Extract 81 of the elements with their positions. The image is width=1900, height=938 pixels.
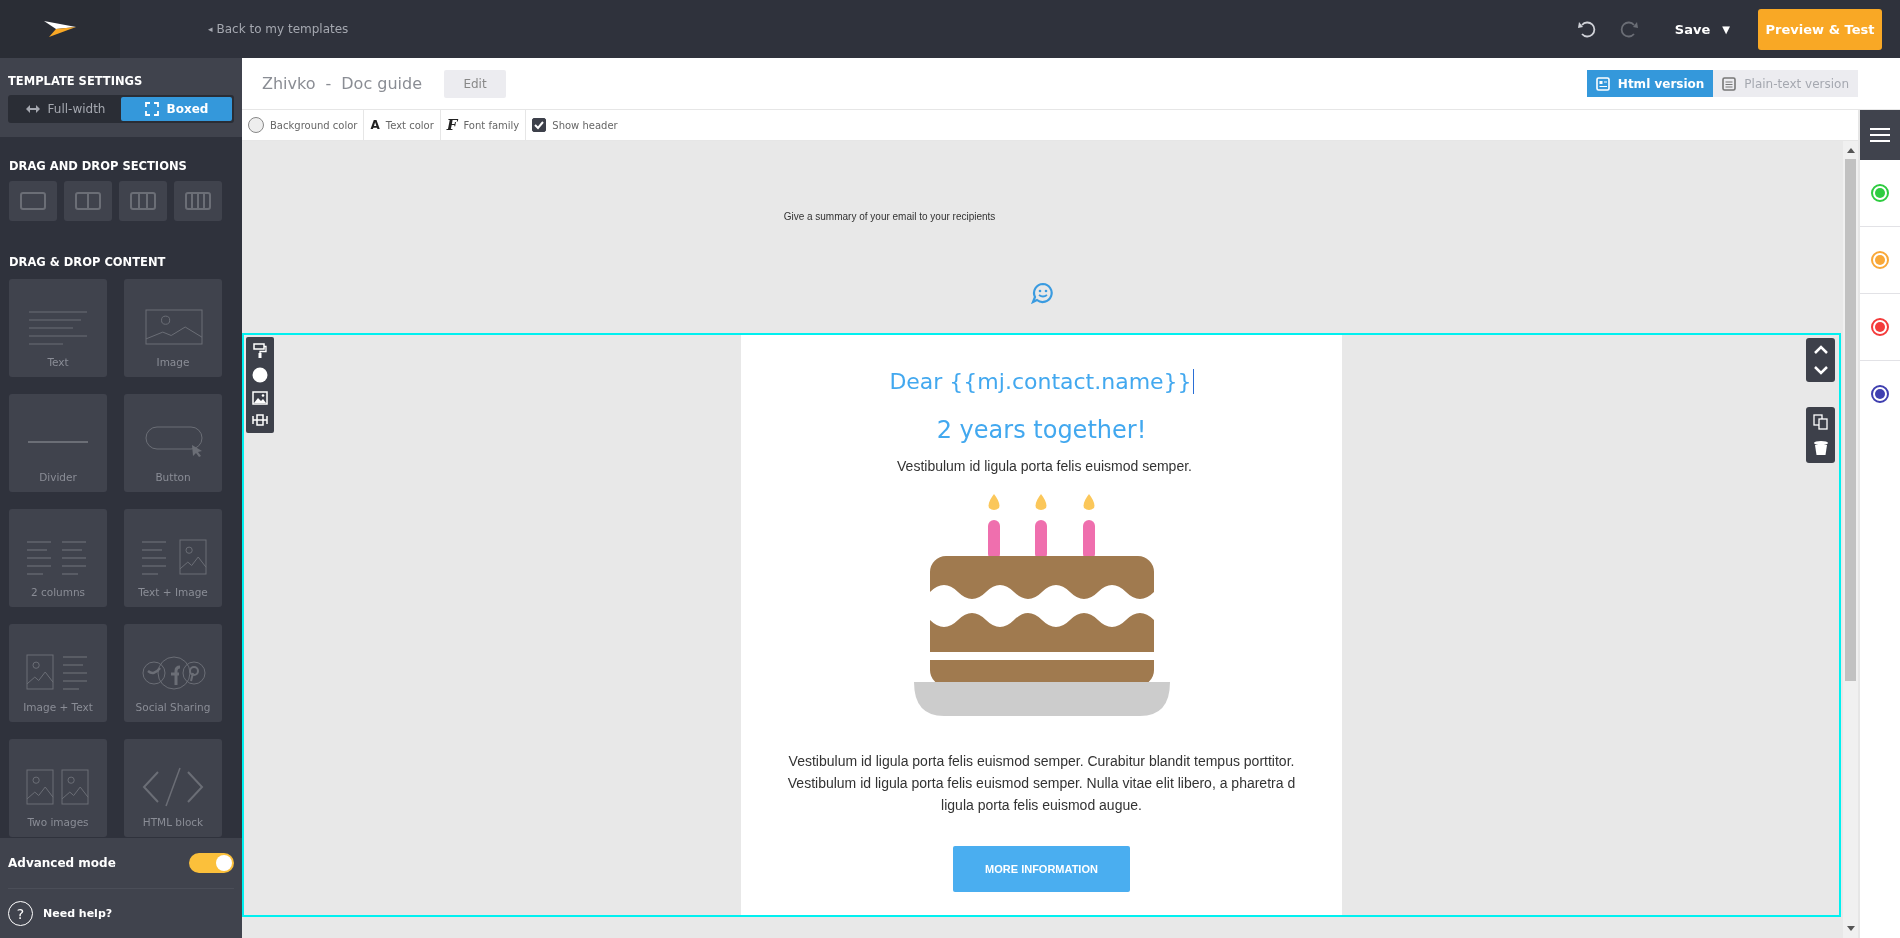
advanced-mode-toggle[interactable]	[189, 853, 234, 873]
style-option[interactable]: Font family	[463, 119, 520, 131]
status-dot[interactable]	[1871, 385, 1889, 403]
checkbox[interactable]	[532, 118, 547, 132]
section-layout-icon	[74, 191, 102, 211]
style-option[interactable]: Show header	[552, 119, 618, 131]
content-block[interactable]: Button	[124, 394, 222, 492]
scroll-up-icon[interactable]	[1846, 147, 1855, 153]
block-label: Social Sharing	[135, 701, 211, 713]
preview-test-button[interactable]: Preview & Test	[1758, 8, 1882, 50]
section-layout-icon	[129, 191, 157, 211]
content-block[interactable]: Image	[124, 279, 222, 377]
column-padding-icon[interactable]	[252, 413, 268, 427]
block-label: 2 columns	[30, 586, 86, 598]
document-icon	[1722, 76, 1737, 91]
trash-icon[interactable]	[1812, 440, 1829, 456]
layout-icon	[1595, 76, 1610, 91]
layout-option[interactable]: Full-width	[10, 97, 121, 121]
block-label: Image	[156, 356, 190, 368]
block-label: Image + Text	[23, 701, 93, 713]
style-option[interactable]: Text color	[385, 119, 434, 131]
content-block[interactable]: Text + Image	[124, 509, 222, 607]
undo-icon[interactable]	[1576, 19, 1597, 39]
status-dot[interactable]	[1871, 184, 1889, 202]
back-link[interactable]: ◂ Back to my templates	[208, 22, 349, 36]
move-up-icon[interactable]	[1812, 345, 1829, 355]
background-color-icon[interactable]	[252, 367, 268, 383]
section-layout-icon	[19, 191, 47, 211]
title-separator: -	[325, 74, 332, 93]
version-tab[interactable]: Plain-text version	[1713, 70, 1858, 97]
selected-section[interactable]	[242, 333, 1841, 917]
redo-icon[interactable]	[1618, 19, 1639, 39]
move-down-icon[interactable]	[1812, 365, 1829, 375]
content-block[interactable]: Divider	[9, 394, 107, 492]
text-color-icon: A	[370, 118, 380, 132]
edit-button[interactable]: Edit	[444, 69, 506, 98]
email-subheading[interactable]: 2 years together!	[936, 416, 1147, 444]
content-block[interactable]: HTML block	[124, 739, 222, 837]
horizontal-arrows-icon	[25, 105, 40, 113]
image-icon[interactable]	[252, 391, 268, 405]
intro-text[interactable]: Vestibulum id ligula porta felis euismod semper.	[897, 458, 1192, 474]
block-label: Text	[47, 356, 69, 368]
scroll-down-icon[interactable]	[1846, 926, 1855, 932]
paper-plane-logo[interactable]	[43, 20, 77, 38]
content-block[interactable]: Image + Text	[9, 624, 107, 722]
section-heading: TEMPLATE SETTINGS	[8, 74, 144, 88]
email-heading[interactable]: Dear {{mj.contact.name}}	[889, 369, 1194, 394]
content-block[interactable]: Text	[9, 279, 107, 377]
preheader-text: Give a summary of your email to your recipients	[783, 211, 996, 222]
menu-icon[interactable]	[1860, 110, 1900, 160]
status-dot[interactable]	[1871, 318, 1889, 336]
layout-option[interactable]: Boxed	[121, 97, 232, 121]
save-button[interactable]: Save ▼	[1674, 21, 1730, 37]
content-block[interactable]: Two images	[9, 739, 107, 837]
more-information-button[interactable]: MORE INFORMATION	[953, 846, 1130, 892]
block-label: HTML block	[142, 816, 204, 828]
duplicate-icon[interactable]	[1812, 414, 1829, 430]
version-tab[interactable]: Html version	[1586, 70, 1714, 97]
font-icon: F	[446, 116, 458, 134]
content-block[interactable]: 2 columns	[9, 509, 107, 607]
advanced-mode-label: Advanced mode	[8, 856, 116, 870]
help-link[interactable]: Need help?	[43, 907, 113, 920]
block-label: Button	[155, 471, 191, 483]
document-name: Doc guide	[341, 74, 422, 93]
template-name: Zhivko	[262, 74, 316, 93]
content-block[interactable]: Social Sharing	[124, 624, 222, 722]
section-heading: DRAG & DROP CONTENT	[9, 255, 167, 269]
divider-line-icon	[28, 441, 88, 443]
body-paragraph[interactable]: Vestibulum id ligula porta felis euismod semper. Curabitur blandit tempus porttitor. Vestibulum id ligula porta felis euismod semper. Nulla vitae elit libero, a pharetra d ligula porta felis euismod augue.	[761, 750, 1322, 816]
scrollbar[interactable]	[1843, 141, 1858, 938]
status-dot[interactable]	[1871, 251, 1889, 269]
color-swatch-icon	[248, 117, 264, 133]
paint-roller-icon[interactable]	[253, 343, 267, 359]
block-label: Text + Image	[138, 586, 208, 598]
birthday-cake-drawing[interactable]	[913, 494, 1170, 716]
block-label: Two images	[27, 816, 89, 828]
block-label: Divider	[39, 471, 77, 483]
style-option[interactable]: Background color	[270, 119, 358, 131]
corners-icon	[144, 102, 159, 116]
section-heading: DRAG AND DROP SECTIONS	[9, 159, 188, 173]
section-layout-icon	[184, 191, 212, 211]
